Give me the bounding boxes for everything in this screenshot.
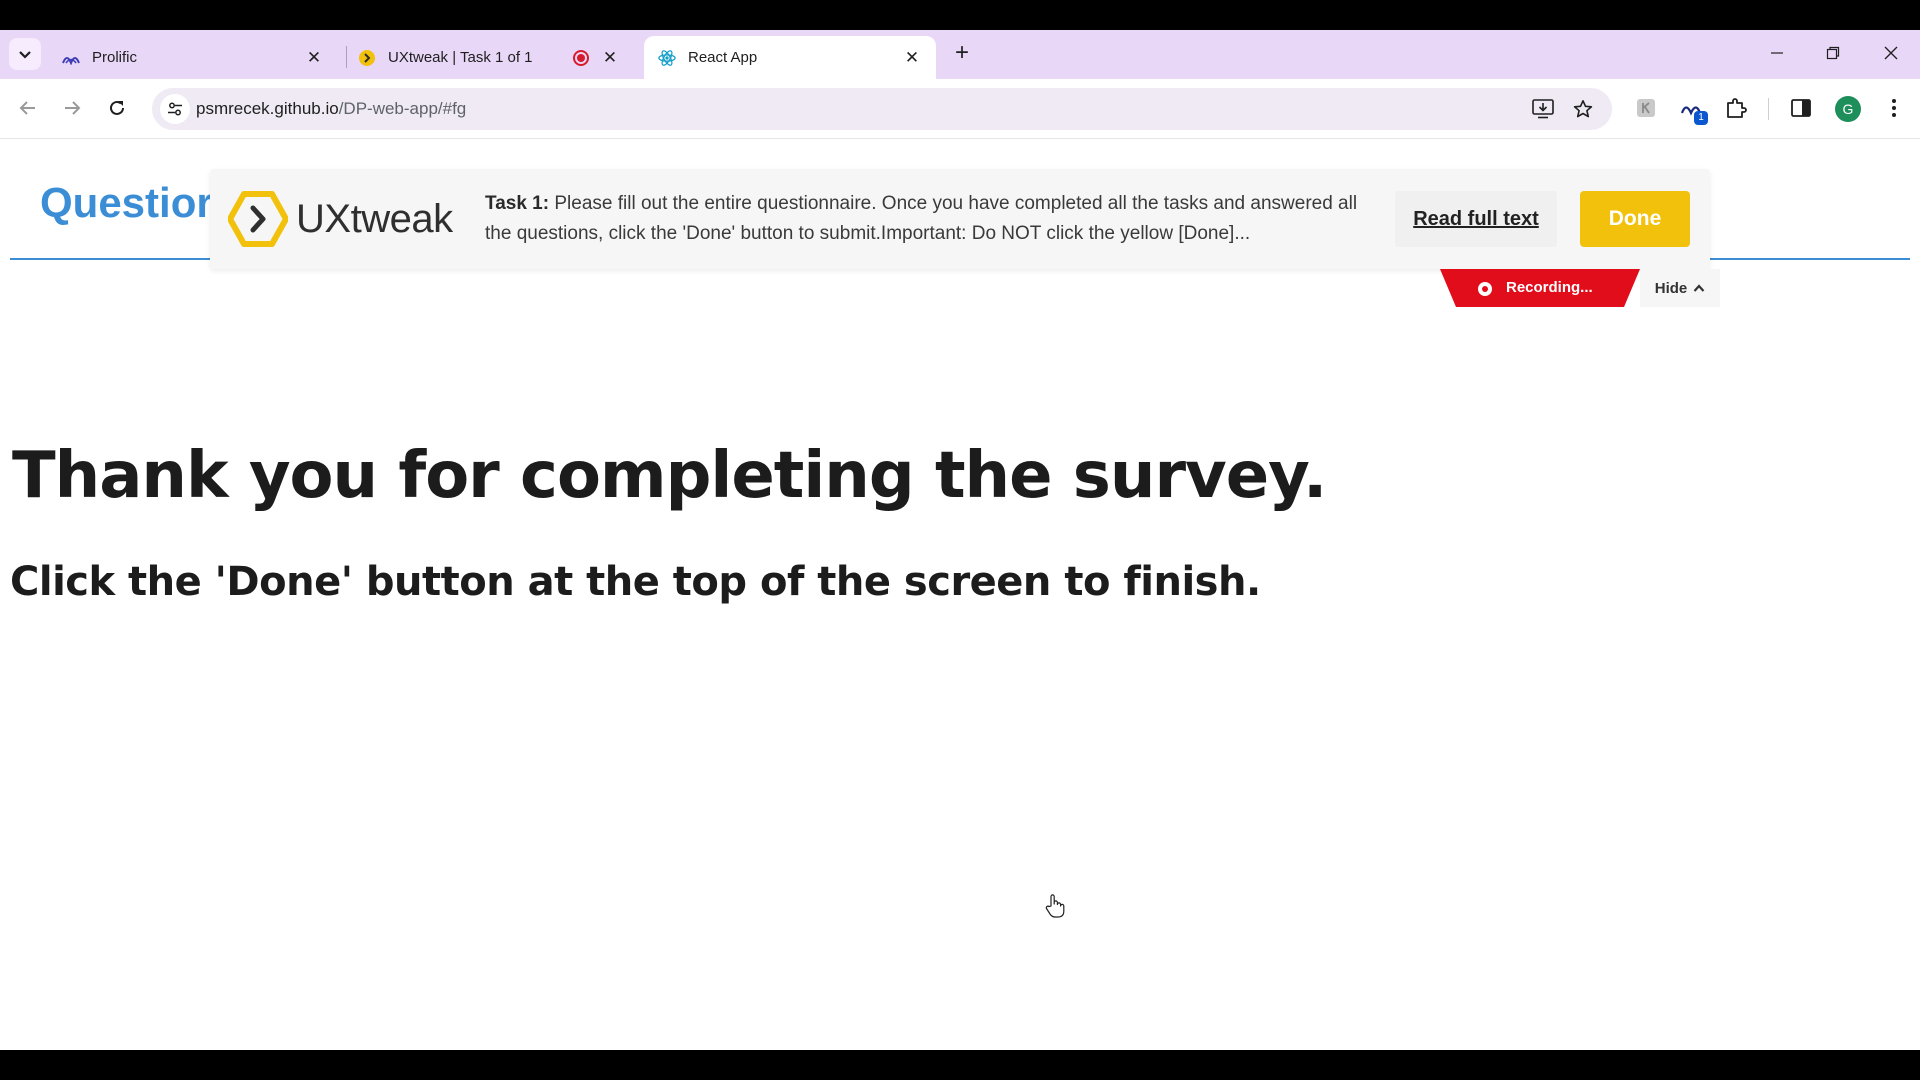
- tab-uxtweak[interactable]: UXtweak | Task 1 of 1 ✕: [344, 36, 634, 79]
- url-path: /DP-web-app/#fg: [338, 99, 467, 118]
- task-text: Please fill out the entire questionnaire…: [485, 193, 1358, 244]
- reload-button[interactable]: [100, 91, 134, 125]
- tab-search-button[interactable]: [9, 38, 41, 70]
- prolific-icon: [62, 49, 80, 67]
- recording-bar: Recording... Hide: [1440, 269, 1720, 307]
- restore-button[interactable]: [1810, 36, 1856, 70]
- recording-indicator: Recording...: [1440, 269, 1640, 307]
- url-text: psmrecek.github.io/DP-web-app/#fg: [196, 99, 466, 119]
- chevron-down-icon: [19, 51, 31, 59]
- bookmark-button[interactable]: [1570, 96, 1596, 122]
- minimize-button[interactable]: [1754, 36, 1800, 70]
- tab-title: UXtweak | Task 1 of 1: [388, 49, 533, 66]
- tab-prolific[interactable]: Prolific ✕: [48, 36, 338, 79]
- restore-icon: [1826, 46, 1840, 60]
- site-info-button[interactable]: [160, 94, 190, 124]
- side-panel-icon: [1791, 99, 1811, 117]
- close-window-button[interactable]: [1868, 36, 1914, 70]
- page-header-title: Questior: [40, 179, 213, 226]
- extension-app-icon: [1637, 99, 1655, 117]
- tab-title: React App: [688, 49, 758, 66]
- extension-button[interactable]: [1631, 93, 1661, 123]
- address-bar[interactable]: psmrecek.github.io/DP-web-app/#fg: [152, 88, 1612, 130]
- thank-you-heading: Thank you for completing the survey.: [12, 439, 1327, 513]
- close-icon[interactable]: ✕: [902, 48, 922, 68]
- puzzle-icon: [1727, 98, 1747, 118]
- arrow-left-icon: [19, 101, 35, 115]
- recording-icon: [572, 49, 590, 67]
- react-icon: [658, 49, 676, 67]
- done-button[interactable]: Done: [1580, 191, 1690, 247]
- side-panel-button[interactable]: [1786, 93, 1816, 123]
- profile-avatar[interactable]: G: [1835, 96, 1861, 122]
- recording-label: Recording...: [1506, 279, 1593, 296]
- extension-badge: 1: [1694, 111, 1708, 125]
- wordmark-tweak: tweak: [350, 196, 454, 241]
- uxtweak-icon: [358, 49, 376, 67]
- close-icon: [1884, 46, 1898, 60]
- close-icon[interactable]: ✕: [304, 48, 324, 68]
- finish-instruction: Click the 'Done' button at the top of th…: [10, 559, 1261, 605]
- browser-menu-button[interactable]: [1879, 93, 1909, 123]
- task-description: Task 1: Please fill out the entire quest…: [485, 189, 1385, 249]
- tab-react-app[interactable]: React App ✕: [644, 36, 936, 79]
- close-icon[interactable]: ✕: [600, 48, 620, 68]
- read-full-text-button[interactable]: Read full text: [1395, 191, 1557, 247]
- hand-cursor-icon: [1045, 894, 1065, 918]
- hide-button[interactable]: Hide: [1640, 269, 1720, 307]
- install-icon: [1532, 99, 1554, 119]
- toolbar-divider: [1768, 98, 1769, 120]
- new-tab-button[interactable]: +: [950, 41, 974, 66]
- wordmark-ux: UX: [296, 196, 351, 241]
- extensions-menu-button[interactable]: [1721, 93, 1751, 123]
- hide-label: Hide: [1654, 279, 1688, 297]
- more-vertical-icon: [1892, 99, 1896, 117]
- page-content: Questior UXtweak Task 1: Please fill out…: [0, 139, 1920, 1050]
- tab-strip: Prolific ✕ UXtweak | Task 1 of 1 ✕ React…: [0, 30, 1920, 79]
- forward-button[interactable]: [55, 91, 89, 125]
- back-button[interactable]: [11, 91, 45, 125]
- reload-icon: [110, 100, 124, 115]
- browser-toolbar: psmrecek.github.io/DP-web-app/#fg 1 G: [0, 79, 1920, 139]
- url-host: psmrecek.github.io: [196, 99, 339, 118]
- task-label: Task 1:: [485, 193, 550, 214]
- install-app-button[interactable]: [1530, 96, 1556, 122]
- recording-dot-icon: [1478, 282, 1492, 296]
- uxtweak-wordmark: UXtweak: [296, 197, 453, 242]
- uxtweak-task-banner: UXtweak Task 1: Please fill out the enti…: [210, 169, 1710, 269]
- tune-icon: [168, 102, 182, 116]
- arrow-right-icon: [65, 101, 81, 115]
- uxtweak-logo: UXtweak: [228, 191, 453, 247]
- star-icon: [1573, 100, 1593, 118]
- chevron-up-icon: [1693, 284, 1705, 292]
- tab-title: Prolific: [92, 49, 138, 66]
- uxtweak-hexagon-icon: [228, 191, 288, 247]
- prolific-extension-button[interactable]: 1: [1676, 93, 1708, 125]
- minimize-icon: [1771, 52, 1783, 54]
